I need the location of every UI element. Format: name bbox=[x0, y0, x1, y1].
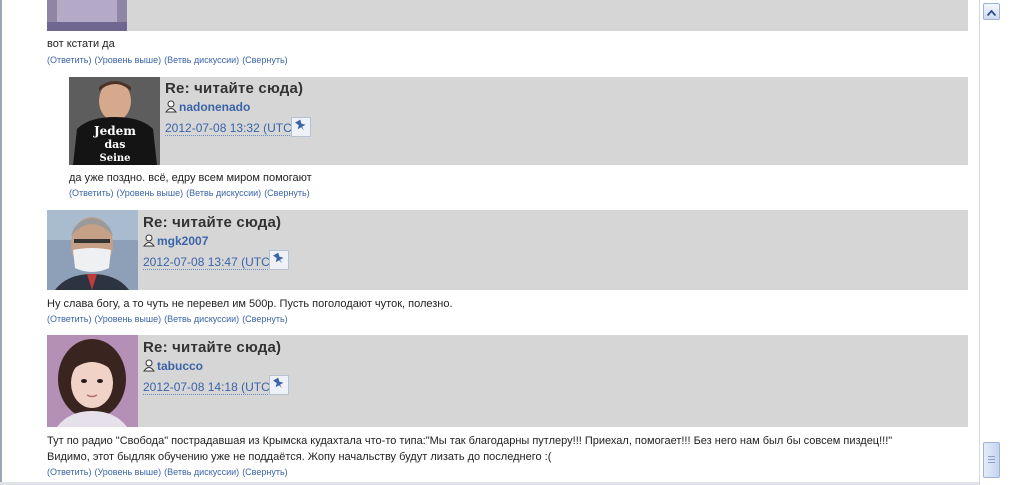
parent-link[interactable]: (Уровень выше) bbox=[94, 467, 161, 477]
left-frame bbox=[0, 0, 2, 485]
svg-text:das: das bbox=[104, 138, 125, 151]
thread-link[interactable]: (Ветвь дискуссии) bbox=[164, 314, 239, 324]
comment-date-link[interactable]: 2012-07-08 14:18 (UTC) bbox=[143, 380, 274, 395]
scroll-up-button[interactable] bbox=[983, 3, 1000, 20]
comment-date-link[interactable]: 2012-07-08 13:32 (UTC) bbox=[165, 121, 296, 136]
comment-title: Re: читайте сюда) bbox=[165, 80, 304, 97]
comment-title: Re: читайте сюда) bbox=[143, 339, 282, 356]
comment-text: Ну слава богу, а то чуть не перевел им 5… bbox=[47, 298, 453, 310]
avatar[interactable] bbox=[47, 210, 138, 290]
comment-title: Re: читайте сюда) bbox=[143, 214, 282, 231]
reply-link[interactable]: (Ответить) bbox=[47, 467, 91, 477]
user-icon bbox=[143, 234, 155, 247]
username-link[interactable]: tabucco bbox=[143, 359, 203, 373]
link-button[interactable] bbox=[291, 117, 311, 137]
parent-link[interactable]: (Уровень выше) bbox=[116, 188, 183, 198]
comment-actions: (Ответить) (Уровень выше) (Ветвь дискуссии… bbox=[69, 188, 313, 198]
pushpin-link-icon bbox=[272, 251, 286, 270]
grip-line bbox=[988, 459, 995, 460]
arrow-up-icon bbox=[986, 3, 997, 21]
comments-page: вот кстати да (Ответить) (Уровень выше) (В… bbox=[0, 0, 979, 485]
grip-line bbox=[988, 456, 995, 457]
pushpin-link-icon bbox=[294, 118, 308, 137]
thread-link[interactable]: (Ветвь дискуссии) bbox=[164, 467, 239, 477]
reply-link[interactable]: (Ответить) bbox=[47, 55, 91, 65]
link-button[interactable] bbox=[269, 250, 289, 270]
collapse-link[interactable]: (Свернуть) bbox=[242, 314, 287, 324]
thread-link[interactable]: (Ветвь дискуссии) bbox=[186, 188, 261, 198]
collapse-link[interactable]: (Свернуть) bbox=[264, 188, 309, 198]
comment-text: да уже поздно. всё, едру всем миром помо… bbox=[69, 172, 312, 184]
pushpin-link-icon bbox=[272, 376, 286, 395]
comment-actions: (Ответить) (Уровень выше) (Ветвь дискуссии… bbox=[47, 314, 291, 324]
reply-link[interactable]: (Ответить) bbox=[47, 314, 91, 324]
comment-text: вот кстати да bbox=[47, 38, 115, 50]
user-icon bbox=[143, 359, 155, 372]
collapse-link[interactable]: (Свернуть) bbox=[242, 55, 287, 65]
avatar[interactable]: Jedem das Seine bbox=[69, 77, 160, 165]
avatar-partial bbox=[47, 0, 127, 31]
link-button[interactable] bbox=[269, 375, 289, 395]
reply-link[interactable]: (Ответить) bbox=[69, 188, 113, 198]
grip-line bbox=[988, 462, 995, 463]
comment-actions: (Ответить) (Уровень выше) (Ветвь дискуссии… bbox=[47, 55, 291, 65]
user-icon bbox=[165, 100, 177, 113]
avatar[interactable] bbox=[47, 335, 138, 427]
svg-text:Seine: Seine bbox=[99, 153, 130, 164]
comment-header-partial bbox=[47, 0, 968, 31]
thread-link[interactable]: (Ветвь дискуссии) bbox=[164, 55, 239, 65]
comment-actions: (Ответить) (Уровень выше) (Ветвь дискуссии… bbox=[47, 467, 291, 477]
scroll-thumb[interactable] bbox=[983, 442, 1000, 478]
comment-text-line: Тут по радио "Свобода" пострадавшая из К… bbox=[47, 435, 893, 447]
username-link[interactable]: mgk2007 bbox=[143, 234, 208, 248]
comment-text-line: Видимо, этот быдляк обучению уже не подд… bbox=[47, 451, 552, 463]
svg-text:Jedem: Jedem bbox=[93, 124, 136, 138]
comment-date-link[interactable]: 2012-07-08 13:47 (UTC) bbox=[143, 255, 274, 270]
vertical-scrollbar[interactable] bbox=[979, 0, 1009, 485]
collapse-link[interactable]: (Свернуть) bbox=[242, 467, 287, 477]
parent-link[interactable]: (Уровень выше) bbox=[94, 314, 161, 324]
parent-link[interactable]: (Уровень выше) bbox=[94, 55, 161, 65]
username-link[interactable]: nadonenado bbox=[165, 100, 250, 114]
